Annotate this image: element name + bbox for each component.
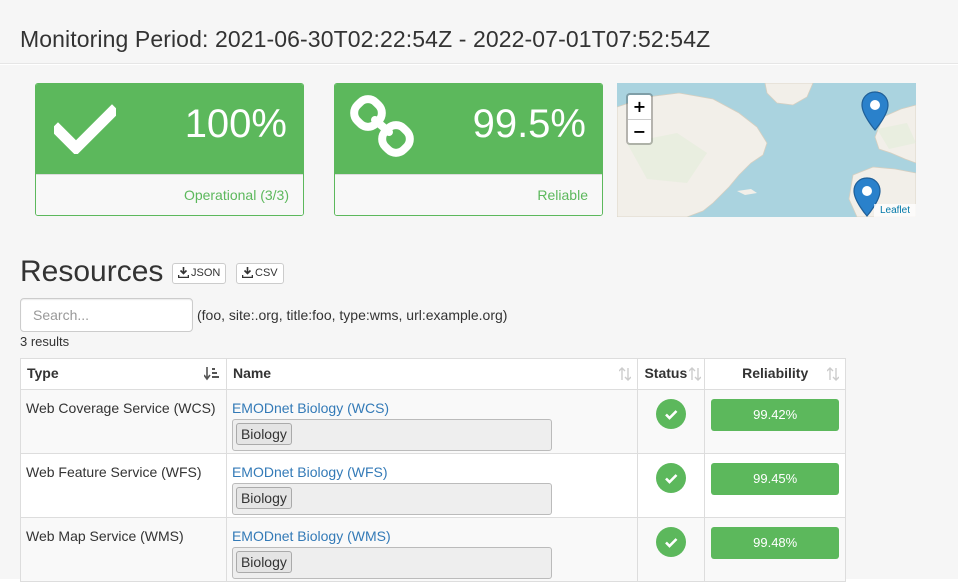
name-cell: EMODnet Biology (WFS) Biology [225, 453, 639, 518]
map-marker-icon[interactable] [861, 91, 889, 136]
download-icon [241, 267, 254, 279]
reliability-stat-card: 99.5% Reliable [334, 83, 603, 216]
name-cell: EMODnet Biology (WMS) Biology [225, 517, 639, 582]
map-zoom-control: + − [626, 93, 653, 145]
table-row: Web Coverage Service (WCS) EMODnet Biolo… [20, 389, 846, 454]
resources-table: Type Name Status Reliability Web Coverag… [20, 358, 846, 582]
type-cell: Web Map Service (WMS) [20, 517, 227, 582]
reliability-stat-head: 99.5% [335, 84, 602, 174]
reliability-bar: 99.48% [711, 527, 839, 559]
reliability-bar: 99.42% [711, 399, 839, 431]
status-ok-icon [656, 463, 687, 493]
sort-icon [826, 367, 840, 384]
download-csv-button[interactable]: CSV [236, 263, 284, 284]
status-cell [637, 389, 706, 454]
resources-heading: Resources [20, 255, 164, 288]
sort-icon [688, 367, 702, 384]
name-cell: EMODnet Biology (WCS) Biology [225, 389, 639, 454]
link-icon [349, 94, 417, 165]
column-label: Status [644, 365, 688, 381]
reliability-cell: 99.45% [704, 453, 846, 518]
tag-chip[interactable]: Biology [235, 423, 292, 445]
reliability-bar: 99.45% [711, 463, 839, 495]
type-cell: Web Feature Service (WFS) [20, 453, 227, 518]
table-row: Web Feature Service (WFS) EMODnet Biolog… [20, 453, 846, 518]
tag-field[interactable]: Biology [231, 483, 552, 515]
checkmark-icon [50, 104, 120, 159]
status-cell [637, 517, 706, 582]
operational-stat-card: 100% Operational (3/3) [35, 83, 304, 216]
zoom-in-button[interactable]: + [628, 95, 651, 119]
reliability-cell: 99.42% [704, 389, 846, 454]
download-icon [177, 267, 190, 279]
result-count: 3 results [20, 334, 70, 349]
download-json-label: JSON [191, 267, 221, 279]
tag-chip[interactable]: Biology [235, 551, 292, 573]
tag-field[interactable]: Biology [231, 547, 552, 579]
column-label: Type [27, 365, 59, 381]
reliability-label: Reliable [335, 174, 602, 215]
download-json-button[interactable]: JSON [172, 263, 227, 284]
tag-field[interactable]: Biology [231, 419, 552, 451]
search-input[interactable] [20, 298, 193, 332]
column-header-reliability[interactable]: Reliability [704, 358, 846, 390]
resource-link[interactable]: EMODnet Biology (WCS) [232, 400, 389, 416]
column-header-status[interactable]: Status [637, 358, 706, 390]
search-hint: (foo, site:.org, title:foo, type:wms, ur… [197, 307, 508, 323]
resource-link[interactable]: EMODnet Biology (WMS) [232, 528, 391, 544]
download-csv-label: CSV [255, 267, 278, 279]
header-bar: Monitoring Period: 2021-06-30T02:22:54Z … [0, 0, 958, 64]
status-cell [637, 453, 706, 518]
resource-map[interactable]: + − Leaflet [617, 83, 916, 217]
status-ok-icon [656, 399, 687, 429]
resource-link[interactable]: EMODnet Biology (WFS) [232, 464, 388, 480]
type-cell: Web Coverage Service (WCS) [20, 389, 227, 454]
operational-stat-head: 100% [36, 84, 303, 174]
sort-ascending-icon [203, 367, 220, 384]
reliability-cell: 99.48% [704, 517, 846, 582]
map-attribution[interactable]: Leaflet [873, 204, 916, 217]
operational-label: Operational (3/3) [36, 174, 303, 215]
column-header-type[interactable]: Type [20, 358, 227, 390]
table-row: Web Map Service (WMS) EMODnet Biology (W… [20, 517, 846, 582]
column-header-name[interactable]: Name [225, 358, 639, 390]
column-label: Name [232, 365, 272, 381]
operational-value: 100% [184, 102, 287, 146]
column-label: Reliability [742, 365, 809, 381]
status-ok-icon [656, 527, 687, 557]
zoom-out-button[interactable]: − [628, 119, 651, 143]
tag-chip[interactable]: Biology [235, 487, 292, 509]
reliability-value: 99.5% [472, 102, 586, 146]
monitoring-period-title: Monitoring Period: 2021-06-30T02:22:54Z … [20, 26, 711, 52]
sort-icon [618, 367, 632, 384]
